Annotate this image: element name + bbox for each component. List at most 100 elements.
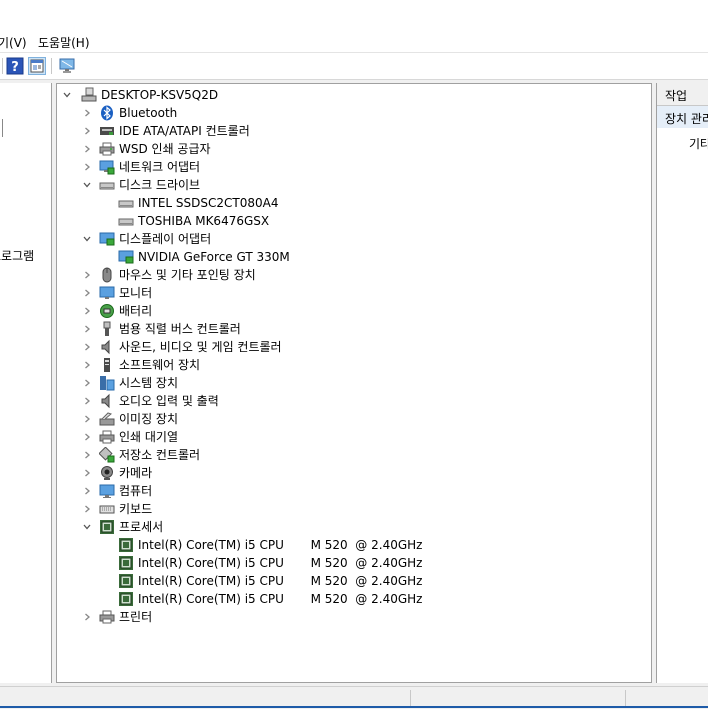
chevron-right-icon[interactable] [82, 122, 92, 140]
disk-drive-icon [118, 200, 134, 208]
scan-hardware-button[interactable] [58, 57, 76, 75]
chevron-right-icon[interactable] [82, 158, 92, 176]
software-device-icon [104, 358, 110, 372]
disk-drive-icon [99, 182, 115, 190]
category-label: Bluetooth [119, 106, 178, 120]
ide-controller-icon [100, 127, 114, 135]
device-label: NVIDIA GeForce GT 330M [138, 250, 290, 264]
status-separator [625, 690, 626, 706]
category-label: 프로세서 [119, 520, 164, 534]
system-device-icon [100, 376, 115, 391]
help-icon: ? [6, 57, 24, 75]
category-label: 배터리 [119, 304, 153, 318]
processor-icon [119, 556, 133, 570]
category-label: 모니터 [119, 286, 153, 300]
chevron-right-icon[interactable] [82, 266, 92, 284]
category-label: 카메라 [119, 466, 153, 480]
chevron-right-icon[interactable] [82, 608, 92, 626]
category-label: 인쇄 대기열 [119, 430, 179, 444]
chevron-down-icon[interactable] [82, 230, 92, 248]
category-label: 키보드 [119, 502, 153, 516]
category-label: 이미징 장치 [119, 412, 179, 426]
device-label: Intel(R) Core(TM) i5 CPU M 520 @ 2.40GHz [138, 556, 423, 570]
actions-pane: 작업 장치 관리자 기타 작업 [656, 83, 708, 683]
left-pane-item[interactable]: 프로그램 [0, 247, 34, 264]
category-label: 저장소 컨트롤러 [119, 448, 201, 462]
actions-header-label: 작업 [665, 89, 688, 103]
chevron-right-icon[interactable] [82, 356, 92, 374]
tree-root-label: DESKTOP-KSV5Q2D [101, 88, 219, 102]
chevron-right-icon[interactable] [82, 374, 92, 392]
processor-icon [119, 538, 133, 552]
category-label: 사운드, 비디오 및 게임 컨트롤러 [119, 340, 282, 354]
more-actions-link[interactable]: 기타 작업 [689, 135, 708, 152]
category-label: 컴퓨터 [119, 484, 153, 498]
device-label: Intel(R) Core(TM) i5 CPU M 520 @ 2.40GHz [138, 538, 423, 552]
speaker-icon [101, 339, 110, 355]
category-label: 오디오 입력 및 출력 [119, 394, 219, 408]
printer-icon [99, 430, 115, 444]
speaker-icon [101, 393, 110, 409]
chevron-right-icon[interactable] [82, 284, 92, 302]
processor-icon [119, 592, 133, 606]
computer-tree-icon [81, 87, 97, 102]
chevron-right-icon[interactable] [82, 392, 92, 410]
toolbar-separator [2, 58, 3, 74]
device-label: Intel(R) Core(TM) i5 CPU M 520 @ 2.40GHz [138, 592, 423, 606]
device-label: INTEL SSDSC2CT080A4 [138, 196, 279, 210]
chevron-right-icon[interactable] [82, 302, 92, 320]
mouse-icon [102, 267, 112, 283]
menubar: 기(V) 도움말(H) [0, 30, 708, 53]
scan-hardware-icon [59, 58, 75, 73]
chevron-right-icon[interactable] [82, 338, 92, 356]
menu-help[interactable]: 도움말(H) [38, 34, 90, 51]
chevron-right-icon[interactable] [82, 464, 92, 482]
battery-icon [100, 304, 114, 318]
actions-section-label: 장치 관리자 [665, 112, 708, 126]
usb-icon [103, 321, 111, 336]
storage-controller-icon [99, 447, 115, 463]
toolbar-separator [51, 58, 52, 74]
category-label: 마우스 및 기타 포인팅 장치 [119, 268, 256, 282]
properties-icon [30, 59, 44, 73]
chevron-down-icon[interactable] [82, 176, 92, 194]
category-label: WSD 인쇄 공급자 [119, 142, 211, 156]
printer-icon [99, 610, 115, 624]
keyboard-icon [99, 505, 115, 514]
chevron-right-icon[interactable] [82, 446, 92, 464]
device-label: Intel(R) Core(TM) i5 CPU M 520 @ 2.40GHz [138, 574, 423, 588]
properties-button[interactable] [28, 57, 46, 75]
help-button[interactable]: ? [6, 57, 24, 75]
chevron-right-icon[interactable] [82, 104, 92, 122]
processor-icon [100, 520, 114, 534]
chevron-right-icon[interactable] [82, 140, 92, 158]
left-pane-marker [0, 119, 3, 137]
network-adapter-icon [99, 160, 115, 175]
device-tree-pane[interactable]: DESKTOP-KSV5Q2D Bluetooth IDE ATA/ATAPI … [56, 83, 652, 683]
bluetooth-icon [101, 105, 113, 121]
chevron-down-icon[interactable] [82, 518, 92, 536]
category-label: 소프트웨어 장치 [119, 358, 201, 372]
console-tree-pane[interactable]: 프로그램 [0, 83, 52, 683]
display-adapter-icon [99, 232, 115, 246]
svg-text:?: ? [11, 60, 19, 75]
chevron-right-icon[interactable] [82, 428, 92, 446]
scanner-icon [99, 412, 115, 426]
display-adapter-icon [118, 250, 134, 264]
printer-icon [99, 142, 115, 156]
disk-drive-icon [118, 218, 134, 226]
monitor-icon [99, 286, 115, 299]
status-separator [410, 690, 411, 706]
camera-icon [101, 466, 113, 480]
category-label: 범용 직렬 버스 컨트롤러 [119, 322, 241, 336]
category-label: 디스플레이 어댑터 [119, 232, 212, 246]
chevron-down-icon[interactable] [62, 86, 72, 104]
chevron-right-icon[interactable] [82, 320, 92, 338]
menu-view[interactable]: 기(V) [0, 34, 27, 51]
category-label: 프린터 [119, 610, 153, 624]
actions-section-device-manager[interactable]: 장치 관리자 [657, 106, 708, 128]
category-label: 디스크 드라이브 [119, 178, 201, 192]
chevron-right-icon[interactable] [82, 500, 92, 518]
chevron-right-icon[interactable] [82, 410, 92, 428]
chevron-right-icon[interactable] [82, 482, 92, 500]
